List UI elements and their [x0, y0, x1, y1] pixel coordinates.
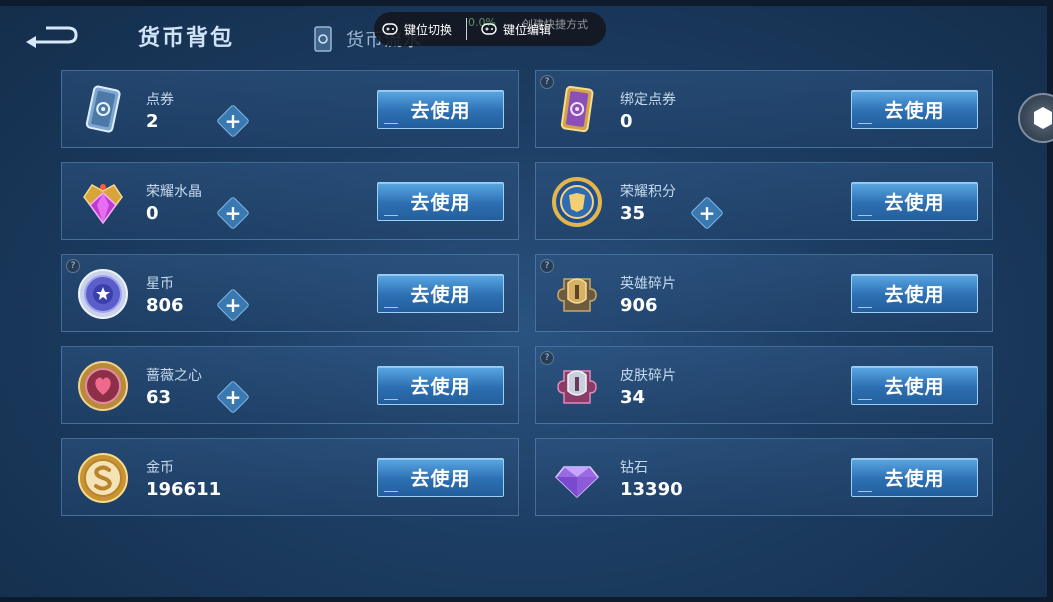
use-button[interactable]: 去使用	[851, 458, 978, 497]
currency-card-diamond: 钻石 13390 去使用	[535, 438, 993, 516]
overlay-ghost-text: 创建快捷方式	[522, 18, 588, 31]
use-button[interactable]: 去使用	[851, 366, 978, 405]
add-currency-button[interactable]: +	[216, 380, 250, 414]
currency-name: 星币	[146, 276, 174, 292]
ticket-icon	[314, 26, 332, 52]
overlay-divider	[466, 18, 468, 40]
bottom-frame-bar	[0, 597, 1053, 602]
add-currency-button[interactable]: +	[216, 196, 250, 230]
use-button[interactable]: 去使用	[377, 458, 504, 497]
currency-amount: 806	[146, 295, 184, 316]
currency-amount: 196611	[146, 479, 222, 500]
hero-fragment-icon	[550, 267, 604, 321]
page-title: 货币背包	[138, 26, 235, 51]
overlay-ghost-percent: 0.0%	[468, 16, 496, 29]
currency-amount: 0	[146, 203, 159, 224]
currency-amount: 13390	[620, 479, 683, 500]
use-button[interactable]: 去使用	[851, 274, 978, 313]
top-frame-bar	[0, 0, 1053, 6]
plus-icon: +	[224, 201, 242, 225]
side-settings-knob[interactable]	[1018, 93, 1053, 143]
key-switch-label: 键位切换	[404, 22, 453, 37]
plus-icon: +	[224, 293, 242, 317]
currency-name: 皮肤碎片	[620, 368, 676, 384]
glory-points-icon	[550, 175, 604, 229]
currency-card-voucher: 点券 2 + 去使用	[61, 70, 519, 148]
add-currency-button[interactable]: +	[216, 288, 250, 322]
rose-heart-icon	[76, 359, 130, 413]
currency-amount: 35	[620, 203, 646, 224]
currency-amount: 906	[620, 295, 658, 316]
gamepad-icon	[382, 23, 398, 35]
currency-card-rose-heart: 蔷薇之心 63 + 去使用	[61, 346, 519, 424]
voucher-icon	[76, 83, 130, 137]
skin-fragment-icon	[550, 359, 604, 413]
use-button[interactable]: 去使用	[377, 274, 504, 313]
key-mapping-overlay: 0.0% 创建快捷方式 键位切换 键位编辑	[374, 12, 606, 46]
bound-voucher-icon	[550, 83, 604, 137]
currency-name: 荣耀积分	[620, 184, 676, 200]
right-frame-bar	[1047, 0, 1053, 602]
use-button[interactable]: 去使用	[377, 366, 504, 405]
back-button[interactable]	[22, 22, 82, 52]
plus-icon: +	[224, 385, 242, 409]
add-currency-button[interactable]: +	[690, 196, 724, 230]
currency-card-star-coin: ? 星币 806 + 去使用	[61, 254, 519, 332]
gold-coin-icon	[76, 451, 130, 505]
currency-name: 金币	[146, 460, 174, 476]
use-button[interactable]: 去使用	[851, 182, 978, 221]
star-coin-icon	[76, 267, 130, 321]
currency-card-glory-crystal: 荣耀水晶 0 + 去使用	[61, 162, 519, 240]
key-switch-button[interactable]: 键位切换	[382, 21, 452, 38]
currency-card-skin-fragment: ? 皮肤碎片 34 去使用	[535, 346, 993, 424]
currency-name: 蔷薇之心	[146, 368, 202, 384]
add-currency-button[interactable]: +	[216, 104, 250, 138]
use-button[interactable]: 去使用	[377, 182, 504, 221]
use-button[interactable]: 去使用	[377, 90, 504, 129]
currency-name: 钻石	[620, 460, 648, 476]
currency-amount: 34	[620, 387, 646, 408]
currency-name: 点券	[146, 92, 174, 108]
currency-card-hero-fragment: ? 英雄碎片 906 去使用	[535, 254, 993, 332]
currency-card-gold-coin: 金币 196611 去使用	[61, 438, 519, 516]
currency-amount: 2	[146, 111, 159, 132]
back-arrow-icon	[26, 26, 78, 48]
currency-name: 英雄碎片	[620, 276, 676, 292]
hexagon-icon	[1034, 107, 1052, 129]
currency-card-glory-points: 荣耀积分 35 + 去使用	[535, 162, 993, 240]
plus-icon: +	[224, 109, 242, 133]
currency-name: 绑定点券	[620, 92, 676, 108]
currency-card-bound-voucher: ? 绑定点券 0 去使用	[535, 70, 993, 148]
currency-amount: 0	[620, 111, 633, 132]
plus-icon: +	[698, 201, 716, 225]
currency-amount: 63	[146, 387, 172, 408]
glory-crystal-icon	[76, 175, 130, 229]
use-button[interactable]: 去使用	[851, 90, 978, 129]
currency-name: 荣耀水晶	[146, 184, 202, 200]
diamond-icon	[550, 451, 604, 505]
